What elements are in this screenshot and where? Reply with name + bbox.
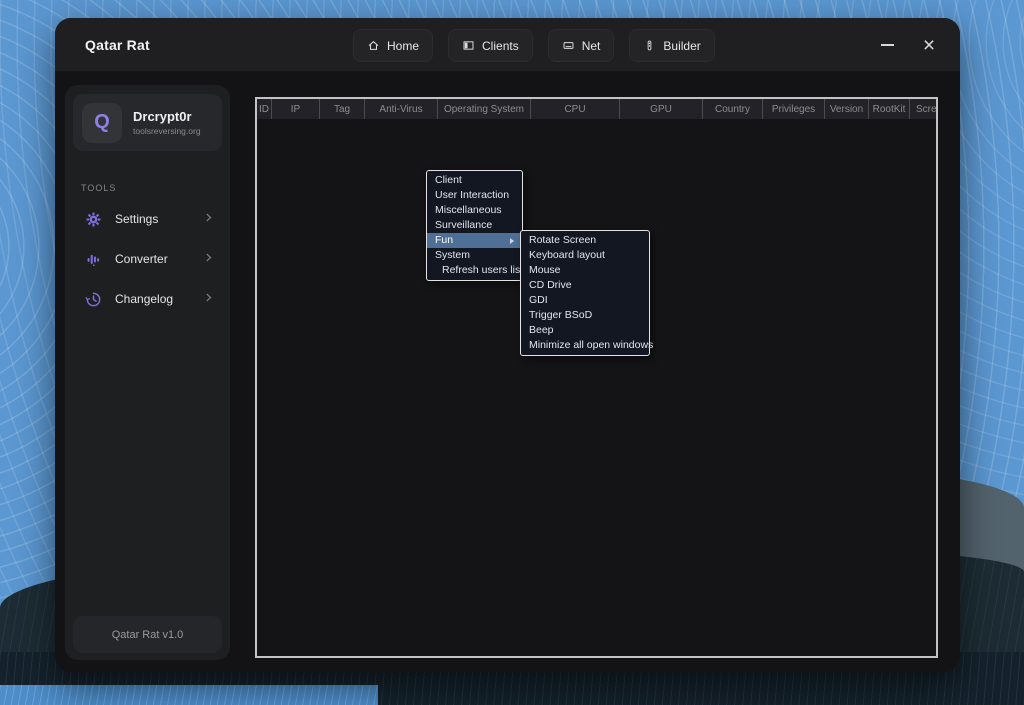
menu-item-miscellaneous[interactable]: Miscellaneous bbox=[427, 203, 522, 218]
minimize-icon bbox=[880, 44, 894, 46]
nav-button-clients[interactable]: Clients bbox=[448, 29, 533, 62]
submenu-item-trigger-bsod[interactable]: Trigger BSoD bbox=[521, 308, 649, 323]
column-header-os[interactable]: Operating System bbox=[438, 99, 531, 119]
context-menu: Client User Interaction Miscellaneous Su… bbox=[426, 170, 523, 281]
column-header-privileges[interactable]: Privileges bbox=[763, 99, 825, 119]
sidebar-item-label: Converter bbox=[115, 252, 168, 266]
column-header-screen[interactable]: Screen bbox=[910, 99, 936, 119]
column-header-cpu[interactable]: CPU bbox=[531, 99, 620, 119]
window-title: Qatar Rat bbox=[85, 37, 150, 53]
nav-button-label: Home bbox=[387, 38, 420, 53]
column-header-tag[interactable]: Tag bbox=[320, 99, 365, 119]
column-header-rootkit[interactable]: RootKit bbox=[869, 99, 910, 119]
column-header-id[interactable]: ID bbox=[257, 99, 272, 119]
nav-button-label: Net bbox=[581, 38, 601, 53]
sidebar-item-label: Changelog bbox=[115, 292, 174, 306]
profile-card: Q Drcrypt0r toolsreversing.org bbox=[73, 94, 222, 151]
avatar: Q bbox=[82, 102, 122, 143]
version-footer: Qatar Rat v1.0 bbox=[73, 616, 222, 653]
menu-item-refresh-users-list[interactable]: Refresh users list bbox=[427, 263, 523, 278]
builder-icon bbox=[648, 40, 652, 51]
column-header-antivirus[interactable]: Anti-Virus bbox=[365, 99, 438, 119]
tools-section-label: TOOLS bbox=[81, 183, 117, 193]
menu-item-label: Fun bbox=[435, 234, 454, 246]
close-button[interactable]: × bbox=[918, 34, 940, 56]
client-list-panel: ID IP Tag Anti-Virus Operating System CP… bbox=[255, 97, 938, 658]
titlebar: Qatar Rat Home Clients Net Builder × bbox=[55, 18, 960, 72]
submenu-item-keyboard-layout[interactable]: Keyboard layout bbox=[521, 248, 649, 263]
submenu-item-minimize-all-windows[interactable]: Minimize all open windows bbox=[521, 338, 653, 353]
gear-icon bbox=[81, 207, 105, 231]
sidebar-item-converter[interactable]: Converter bbox=[71, 239, 224, 279]
profile-text: Drcrypt0r toolsreversing.org bbox=[133, 109, 201, 136]
nav-button-home[interactable]: Home bbox=[353, 29, 434, 62]
sidebar-item-label: Settings bbox=[115, 212, 159, 226]
nav-button-builder[interactable]: Builder bbox=[629, 29, 715, 62]
chevron-right-icon bbox=[203, 210, 214, 228]
submenu-arrow-icon bbox=[510, 237, 514, 244]
nav-button-label: Builder bbox=[663, 38, 701, 53]
column-header-ip[interactable]: IP bbox=[272, 99, 320, 119]
menu-item-system[interactable]: System bbox=[427, 248, 522, 263]
submenu-item-beep[interactable]: Beep bbox=[521, 323, 649, 338]
home-icon bbox=[368, 40, 379, 50]
history-icon bbox=[81, 287, 105, 311]
chevron-right-icon bbox=[203, 290, 214, 308]
profile-subtitle: toolsreversing.org bbox=[133, 126, 201, 136]
column-header-country[interactable]: Country bbox=[703, 99, 763, 119]
submenu-item-rotate-screen[interactable]: Rotate Screen bbox=[521, 233, 649, 248]
column-header-gpu[interactable]: GPU bbox=[620, 99, 703, 119]
sidebar-item-settings[interactable]: Settings bbox=[71, 199, 224, 239]
net-icon bbox=[563, 42, 574, 49]
app-window: Qatar Rat Home Clients Net Builder × Q D… bbox=[55, 18, 960, 672]
client-table-header: ID IP Tag Anti-Virus Operating System CP… bbox=[257, 99, 936, 119]
sidebar-items: Settings Converter Changelog bbox=[71, 199, 224, 319]
submenu-item-mouse[interactable]: Mouse bbox=[521, 263, 649, 278]
menu-item-fun[interactable]: Fun bbox=[427, 233, 522, 248]
menu-item-client[interactable]: Client bbox=[427, 173, 522, 188]
minimize-button[interactable] bbox=[876, 34, 898, 56]
equalizer-icon bbox=[81, 247, 105, 271]
nav-button-label: Clients bbox=[482, 38, 519, 53]
sidebar: Q Drcrypt0r toolsreversing.org TOOLS Set… bbox=[65, 85, 230, 660]
nav-button-net[interactable]: Net bbox=[547, 29, 615, 62]
fun-submenu: Rotate Screen Keyboard layout Mouse CD D… bbox=[520, 230, 653, 356]
menu-item-surveillance[interactable]: Surveillance bbox=[427, 218, 522, 233]
clients-icon bbox=[463, 41, 474, 50]
profile-name: Drcrypt0r bbox=[133, 109, 192, 124]
submenu-item-cd-drive[interactable]: CD Drive bbox=[521, 278, 649, 293]
window-controls: × bbox=[876, 18, 940, 72]
nav-bar: Home Clients Net Builder bbox=[353, 29, 715, 62]
desktop-background: Qatar Rat Home Clients Net Builder × Q D… bbox=[0, 0, 1024, 705]
chevron-right-icon bbox=[203, 250, 214, 268]
close-icon: × bbox=[922, 33, 936, 57]
background-shore bbox=[0, 685, 378, 705]
column-header-version[interactable]: Version bbox=[825, 99, 869, 119]
sidebar-item-changelog[interactable]: Changelog bbox=[71, 279, 224, 319]
submenu-item-gdi[interactable]: GDI bbox=[521, 293, 649, 308]
menu-item-user-interaction[interactable]: User Interaction bbox=[427, 188, 522, 203]
